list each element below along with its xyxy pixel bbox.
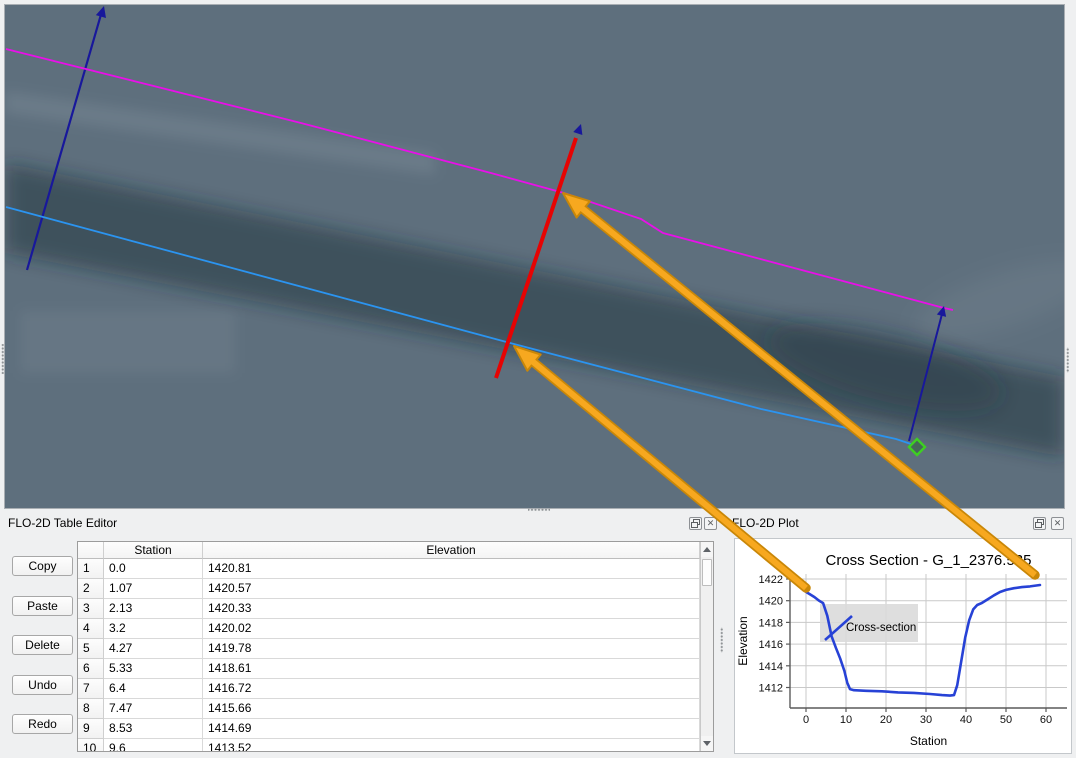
svg-text:50: 50	[1000, 714, 1012, 726]
elevation-cell[interactable]: 1420.02	[203, 619, 700, 639]
station-cell[interactable]: 5.33	[104, 659, 203, 679]
cross-section-chart: 0 10 20 30 40 50 60 1412 1414 1416 1418 1420 1422 Cro…	[735, 539, 1071, 753]
table-row: 76.41416.72	[78, 679, 700, 699]
row-number-cell[interactable]: 1	[78, 559, 104, 579]
svg-text:Elevation: Elevation	[736, 616, 750, 665]
row-number-cell[interactable]: 9	[78, 719, 104, 739]
float-restore-icon	[1035, 519, 1044, 528]
elevation-cell[interactable]: 1420.57	[203, 579, 700, 599]
scrollbar-thumb[interactable]	[702, 559, 712, 586]
station-column-header[interactable]: Station	[104, 542, 203, 559]
table-row: 10.01420.81	[78, 559, 700, 579]
table-editor-float-button[interactable]	[689, 517, 702, 530]
row-number-cell[interactable]: 10	[78, 739, 104, 752]
elevation-cell[interactable]: 1420.81	[203, 559, 700, 579]
station-cell[interactable]: 4.27	[104, 639, 203, 659]
station-cell[interactable]: 3.2	[104, 619, 203, 639]
plot-panel-title: FLO-2D Plot	[732, 516, 799, 530]
float-restore-icon	[691, 519, 700, 528]
triangle-down-icon	[703, 741, 711, 746]
table-header-row: Station Elevation	[78, 542, 700, 559]
station-cell[interactable]: 7.47	[104, 699, 203, 719]
svg-text:1422: 1422	[759, 574, 783, 586]
close-icon: ✕	[1054, 519, 1062, 528]
row-number-cell[interactable]: 5	[78, 639, 104, 659]
left-splitter-handle[interactable]	[0, 344, 4, 374]
svg-text:20: 20	[880, 714, 892, 726]
elevation-cell[interactable]: 1414.69	[203, 719, 700, 739]
copy-button[interactable]: Copy	[12, 556, 73, 576]
map-drawing	[5, 5, 1064, 508]
table-row: 98.531414.69	[78, 719, 700, 739]
plot-float-button[interactable]	[1033, 517, 1046, 530]
map-canvas[interactable]	[4, 4, 1065, 509]
table-row: 109.61413.52	[78, 739, 700, 752]
table-row: 54.271419.78	[78, 639, 700, 659]
elevation-column-header[interactable]: Elevation	[203, 542, 700, 559]
panel-splitter-handle[interactable]	[719, 627, 723, 653]
svg-text:1420: 1420	[759, 596, 783, 608]
corner-header-cell[interactable]	[78, 542, 104, 559]
elevation-cell[interactable]: 1415.66	[203, 699, 700, 719]
row-number-cell[interactable]: 6	[78, 659, 104, 679]
station-elevation-table[interactable]: Station Elevation 10.01420.8121.071420.5…	[77, 541, 714, 752]
svg-text:10: 10	[840, 714, 852, 726]
plot-close-button[interactable]: ✕	[1051, 517, 1064, 530]
svg-text:1412: 1412	[759, 683, 783, 695]
svg-text:60: 60	[1040, 714, 1052, 726]
svg-text:Cross Section - G_1_2376.535: Cross Section - G_1_2376.535	[826, 552, 1032, 569]
table-scrollbar[interactable]	[700, 542, 713, 751]
elevation-cell[interactable]: 1416.72	[203, 679, 700, 699]
cross-section-plot[interactable]: 0 10 20 30 40 50 60 1412 1414 1416 1418 1420 1422 Cro…	[734, 538, 1072, 754]
row-number-cell[interactable]: 8	[78, 699, 104, 719]
redo-button[interactable]: Redo	[12, 714, 73, 734]
elevation-cell[interactable]: 1420.33	[203, 599, 700, 619]
scroll-up-button[interactable]	[701, 542, 713, 557]
station-cell[interactable]: 0.0	[104, 559, 203, 579]
table-row: 87.471415.66	[78, 699, 700, 719]
svg-text:Cross-section: Cross-section	[846, 622, 916, 634]
triangle-up-icon	[703, 547, 711, 552]
close-icon: ✕	[707, 519, 715, 528]
svg-text:30: 30	[920, 714, 932, 726]
scroll-down-button[interactable]	[701, 736, 713, 751]
delete-button[interactable]: Delete	[12, 635, 73, 655]
table-row: 65.331418.61	[78, 659, 700, 679]
right-splitter-handle[interactable]	[1065, 347, 1069, 373]
table-row: 21.071420.57	[78, 579, 700, 599]
station-cell[interactable]: 6.4	[104, 679, 203, 699]
svg-text:40: 40	[960, 714, 972, 726]
elevation-cell[interactable]: 1419.78	[203, 639, 700, 659]
table-row: 43.21420.02	[78, 619, 700, 639]
svg-text:0: 0	[803, 714, 809, 726]
svg-text:Station: Station	[910, 734, 947, 748]
station-cell[interactable]: 9.6	[104, 739, 203, 752]
svg-text:1414: 1414	[759, 661, 783, 673]
row-number-cell[interactable]: 4	[78, 619, 104, 639]
station-cell[interactable]: 8.53	[104, 719, 203, 739]
svg-text:1416: 1416	[759, 639, 783, 651]
table-editor-close-button[interactable]: ✕	[704, 517, 717, 530]
undo-button[interactable]: Undo	[12, 675, 73, 695]
paste-button[interactable]: Paste	[12, 596, 73, 616]
station-cell[interactable]: 2.13	[104, 599, 203, 619]
table-editor-title: FLO-2D Table Editor	[8, 516, 117, 530]
svg-text:1418: 1418	[759, 617, 783, 629]
bottom-splitter-handle[interactable]	[528, 507, 550, 511]
row-number-cell[interactable]: 2	[78, 579, 104, 599]
station-cell[interactable]: 1.07	[104, 579, 203, 599]
row-number-cell[interactable]: 3	[78, 599, 104, 619]
table-row: 32.131420.33	[78, 599, 700, 619]
row-number-cell[interactable]: 7	[78, 679, 104, 699]
elevation-cell[interactable]: 1413.52	[203, 739, 700, 752]
elevation-cell[interactable]: 1418.61	[203, 659, 700, 679]
